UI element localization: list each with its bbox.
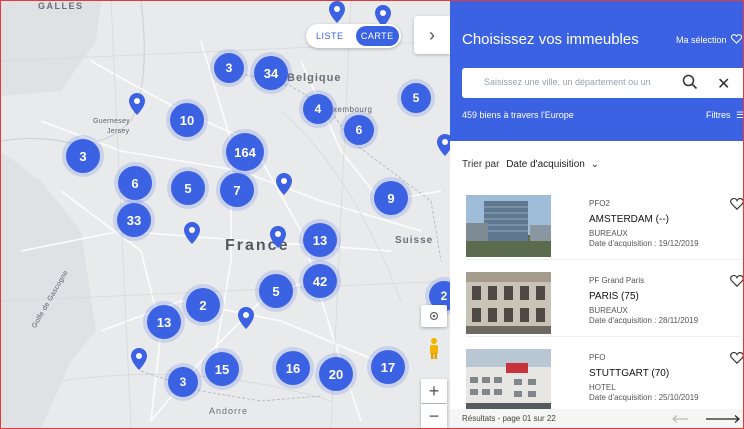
zoom-in-button[interactable]: + (421, 379, 447, 403)
chevron-down-icon: ⌄ (590, 159, 599, 170)
cluster-marker[interactable]: 13 (303, 223, 337, 257)
cluster-marker[interactable]: 42 (303, 264, 337, 298)
location-pin-icon[interactable] (129, 93, 145, 115)
arrow-left-icon[interactable] (672, 415, 688, 423)
property-type: BUREAUX (589, 229, 628, 238)
arrow-right-icon[interactable] (706, 415, 740, 423)
view-toggle: LISTE CARTE (306, 24, 401, 48)
cluster-marker[interactable]: 6 (118, 166, 152, 200)
fund-name: PFO2 (589, 199, 610, 208)
cluster-marker[interactable]: 2 (186, 288, 220, 322)
cluster-marker[interactable]: 3 (214, 53, 244, 83)
location-pin-icon[interactable] (238, 307, 254, 329)
page-title: Choisissez vos immeubles (462, 31, 639, 48)
acquisition-date: Date d'acquisition : 19/12/2019 (589, 239, 699, 248)
results-panel: Choisissez vos immeubles Ma sélection Sa… (450, 1, 743, 428)
cluster-marker[interactable]: 20 (319, 357, 353, 391)
place-label: Suisse (395, 235, 434, 246)
panel-header: Choisissez vos immeubles Ma sélection Sa… (450, 1, 743, 141)
cluster-marker[interactable]: 6 (344, 115, 374, 145)
location-pin-icon[interactable] (131, 348, 147, 370)
sort-label: Trier par (462, 159, 500, 170)
property-city: STUTTGART (70) (589, 368, 670, 379)
cluster-marker[interactable]: 5 (401, 83, 431, 113)
pagination-text: Résultats - page 01 sur 22 (462, 414, 556, 423)
search-input[interactable]: Saisissez une ville, un département ou u… (484, 77, 669, 87)
property-photo (466, 195, 551, 257)
property-type: HOTEL (589, 383, 616, 392)
favorite-heart-icon[interactable] (730, 198, 743, 210)
search-box: Saisissez une ville, un département ou u… (462, 68, 743, 98)
location-pin-icon[interactable] (437, 134, 450, 156)
sort-value: Date d'acquisition (506, 159, 585, 170)
place-label: GALLES (38, 1, 84, 11)
filters-label: Filtres (706, 110, 731, 120)
acquisition-date: Date d'acquisition : 28/11/2019 (589, 316, 699, 325)
clear-icon[interactable]: ✕ (717, 74, 730, 94)
cluster-marker[interactable]: 17 (371, 350, 405, 384)
favorite-heart-icon[interactable] (730, 275, 743, 287)
place-label: Belgique (287, 72, 342, 84)
cluster-marker[interactable]: 3 (168, 367, 198, 397)
acquisition-date: Date d'acquisition : 25/10/2019 (589, 393, 699, 402)
results-count: 459 biens à travers l'Europe (462, 110, 574, 120)
list-item[interactable]: PF Grand Paris PARIS (75) BUREAUX Date d… (466, 264, 743, 337)
place-label: Andorre (209, 406, 249, 416)
map-view[interactable]: GALLES Belgique Guernesey Jersey Luxembo… (1, 1, 450, 428)
cluster-marker[interactable]: 4 (303, 94, 333, 124)
property-city: AMSTERDAM (--) (589, 214, 669, 225)
cluster-marker[interactable]: 164 (226, 133, 264, 171)
pegman-icon (430, 338, 438, 359)
chevron-right-icon: › (429, 24, 435, 45)
cluster-marker[interactable]: 10 (170, 103, 204, 137)
property-type: BUREAUX (589, 306, 628, 315)
sort-control[interactable]: Trier par Date d'acquisition ⌄ (462, 159, 599, 170)
cluster-marker[interactable]: 34 (254, 56, 288, 90)
list-item[interactable]: PFO2 AMSTERDAM (--) BUREAUX Date d'acqui… (466, 187, 743, 260)
app-window: GALLES Belgique Guernesey Jersey Luxembo… (0, 0, 744, 429)
cluster-marker[interactable]: 13 (147, 305, 181, 339)
fund-name: PF Grand Paris (589, 276, 645, 285)
cluster-marker[interactable]: 5 (171, 171, 205, 205)
location-pin-icon[interactable] (329, 1, 345, 23)
cluster-marker[interactable]: 9 (374, 181, 408, 215)
filters-button[interactable]: Filtres ☰ (706, 110, 743, 121)
pagination-bar: Résultats - page 01 sur 22 (450, 409, 743, 428)
list-view-button[interactable]: LISTE (308, 26, 352, 46)
locate-button[interactable] (421, 305, 447, 327)
location-pin-icon[interactable] (276, 173, 292, 195)
place-label: Jersey (107, 128, 130, 135)
property-city: PARIS (75) (589, 291, 639, 302)
street-view-button[interactable] (421, 335, 447, 361)
zoom-out-button[interactable]: − (421, 404, 447, 428)
location-pin-icon[interactable] (270, 226, 286, 248)
fund-name: PFO (589, 353, 606, 362)
location-pin-icon[interactable] (184, 222, 200, 244)
property-photo (466, 349, 551, 411)
cluster-marker[interactable]: 16 (276, 351, 310, 385)
my-selection-label: Ma sélection (676, 35, 727, 45)
favorite-heart-icon[interactable] (730, 352, 743, 364)
property-photo (466, 272, 551, 334)
cluster-marker[interactable]: 7 (220, 173, 254, 207)
cluster-marker[interactable]: 3 (66, 139, 100, 173)
map-view-button[interactable]: CARTE (355, 26, 399, 46)
heart-icon (730, 34, 743, 44)
cluster-marker[interactable]: 5 (259, 274, 293, 308)
place-label: Guernesey (93, 118, 130, 125)
crosshair-icon (429, 311, 439, 321)
filter-icon: ☰ (736, 110, 743, 120)
collapse-panel-button[interactable]: › (414, 16, 450, 54)
cluster-marker[interactable]: 33 (117, 203, 151, 237)
list-item[interactable]: PFO STUTTGART (70) HOTEL Date d'acquisit… (466, 341, 743, 413)
search-icon[interactable] (682, 74, 698, 90)
my-selection-link[interactable]: Ma sélection (676, 34, 743, 45)
cluster-marker[interactable]: 15 (205, 352, 239, 386)
